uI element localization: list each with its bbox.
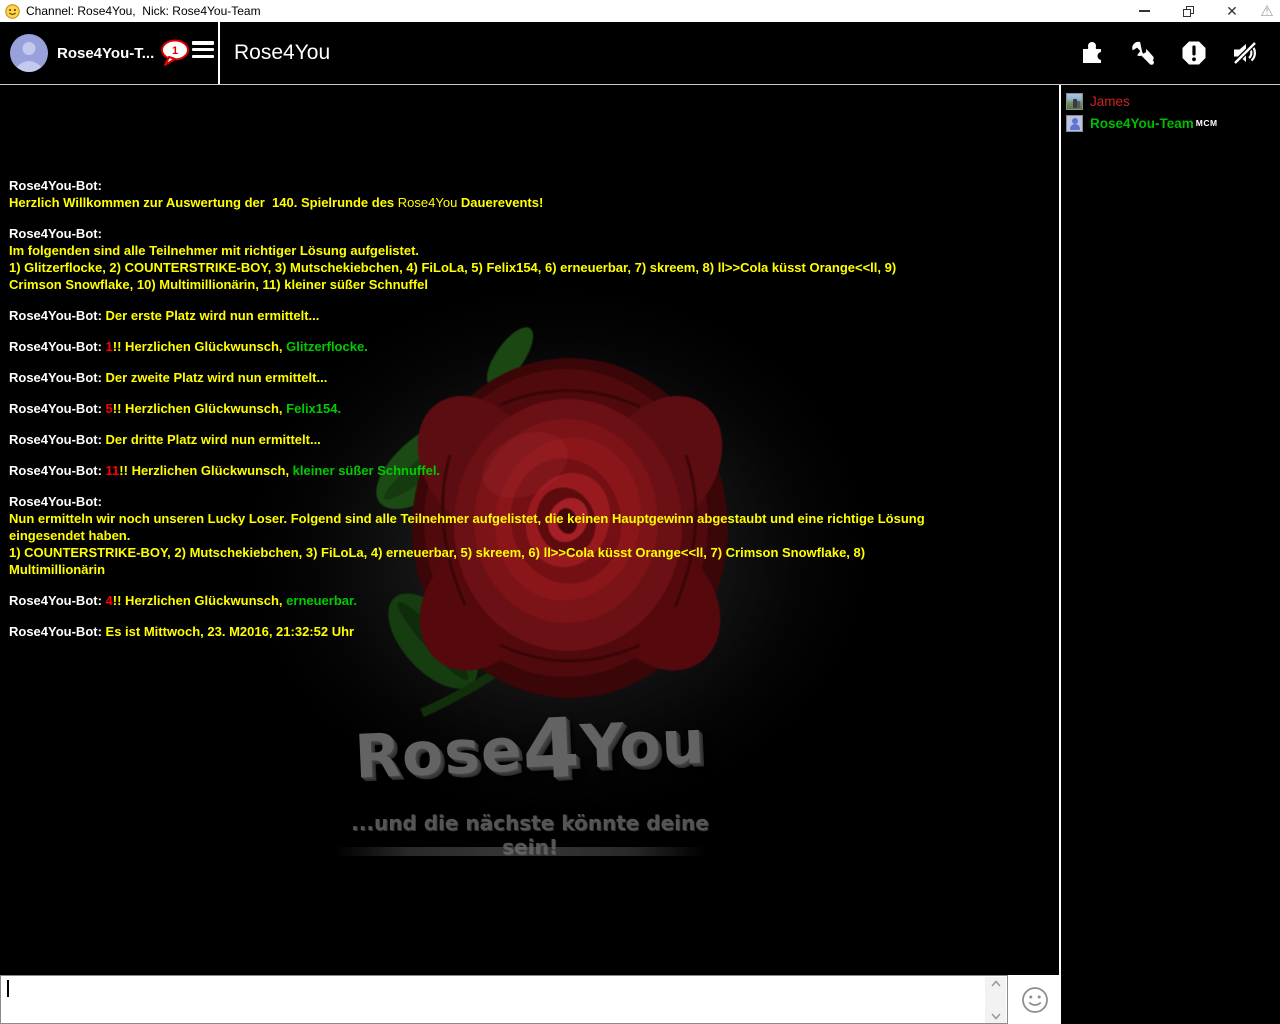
muted-speaker-icon[interactable] <box>1232 40 1258 66</box>
plugin-puzzle-icon[interactable] <box>1079 40 1105 66</box>
person-avatar-icon <box>10 34 48 72</box>
user-nickname: James <box>1090 94 1130 109</box>
chat-message: Rose4You-Bot: Der dritte Platz wird nun … <box>9 431 1057 448</box>
chat-area[interactable]: Rose4You ...und die nächste könnte deine… <box>0 85 1060 975</box>
chat-message: Rose4You-Bot: Der zweite Platz wird nun … <box>9 369 1057 386</box>
chat-message: Rose4You-Bot:Nun ermitteln wir noch unse… <box>9 493 1057 578</box>
channel-title: Rose4You <box>234 41 330 65</box>
chat-message: Rose4You-Bot: 11!! Herzlichen Glückwunsc… <box>9 462 1057 479</box>
titlebar: Channel: Rose4You, Nick: Rose4You-Team ✕… <box>0 0 1280 22</box>
composer-bar <box>0 975 1280 1024</box>
chat-messages: Rose4You-Bot:Herzlich Willkommen zur Aus… <box>9 177 1057 654</box>
window-controls: ✕ ⚠ <box>1122 0 1280 22</box>
close-button[interactable]: ✕ <box>1210 0 1254 22</box>
app-header: Rose4You-T... 1 Rose4You <box>0 22 1280 84</box>
chat-message: Rose4You-Bot: Es ist Mittwoch, 23. M2016… <box>9 623 1057 640</box>
user-list-item[interactable]: James <box>1061 90 1280 112</box>
emoji-button[interactable] <box>1008 975 1061 1024</box>
chat-message: Rose4You-Bot:Im folgenden sind alle Teil… <box>9 225 1057 293</box>
smiley-app-icon <box>5 4 20 19</box>
rose4you-logo: Rose4You <box>328 694 732 806</box>
minimize-button[interactable] <box>1122 0 1166 22</box>
message-input[interactable] <box>0 975 1008 1024</box>
window-title: Channel: Rose4You, Nick: Rose4You-Team <box>26 4 261 18</box>
chevron-up-icon[interactable] <box>991 980 1001 987</box>
smiley-icon <box>1021 986 1049 1014</box>
header-separator <box>218 22 220 84</box>
chat-message: Rose4You-Bot: 1!! Herzlichen Glückwunsch… <box>9 338 1057 355</box>
chat-message: Rose4You-Bot: 4!! Herzlichen Glückwunsch… <box>9 592 1057 609</box>
user-list-item[interactable]: Rose4You-TeamMCM <box>1061 112 1280 134</box>
chevron-down-icon[interactable] <box>991 1013 1001 1020</box>
user-nickname: Rose4You-Team <box>1090 116 1194 131</box>
self-user-panel[interactable]: Rose4You-T... 1 <box>0 22 218 84</box>
userlist: James Rose4You-TeamMCM <box>1061 85 1280 975</box>
photo-avatar-icon <box>1066 93 1083 110</box>
warning-icon[interactable]: ⚠ <box>1254 0 1280 22</box>
hamburger-menu-icon[interactable] <box>192 41 214 58</box>
logo-floor-shadow <box>335 847 705 856</box>
user-rank-badge: MCM <box>1196 118 1218 128</box>
wrench-settings-icon[interactable] <box>1130 40 1156 66</box>
unread-bubble-badge[interactable]: 1 <box>158 38 192 68</box>
default-avatar-icon <box>1066 115 1083 132</box>
header-toolbar <box>1079 22 1258 84</box>
text-caret <box>7 980 9 997</box>
restore-button[interactable] <box>1166 0 1210 22</box>
unread-count: 1 <box>172 45 178 57</box>
chat-message: Rose4You-Bot: Der erste Platz wird nun e… <box>9 307 1057 324</box>
self-nickname: Rose4You-T... <box>57 45 154 62</box>
chat-message: Rose4You-Bot:Herzlich Willkommen zur Aus… <box>9 177 1057 211</box>
composer-scrollbar[interactable] <box>985 977 1006 1023</box>
chat-message: Rose4You-Bot: 5!! Herzlichen Glückwunsch… <box>9 400 1057 417</box>
alert-icon[interactable] <box>1181 40 1207 66</box>
